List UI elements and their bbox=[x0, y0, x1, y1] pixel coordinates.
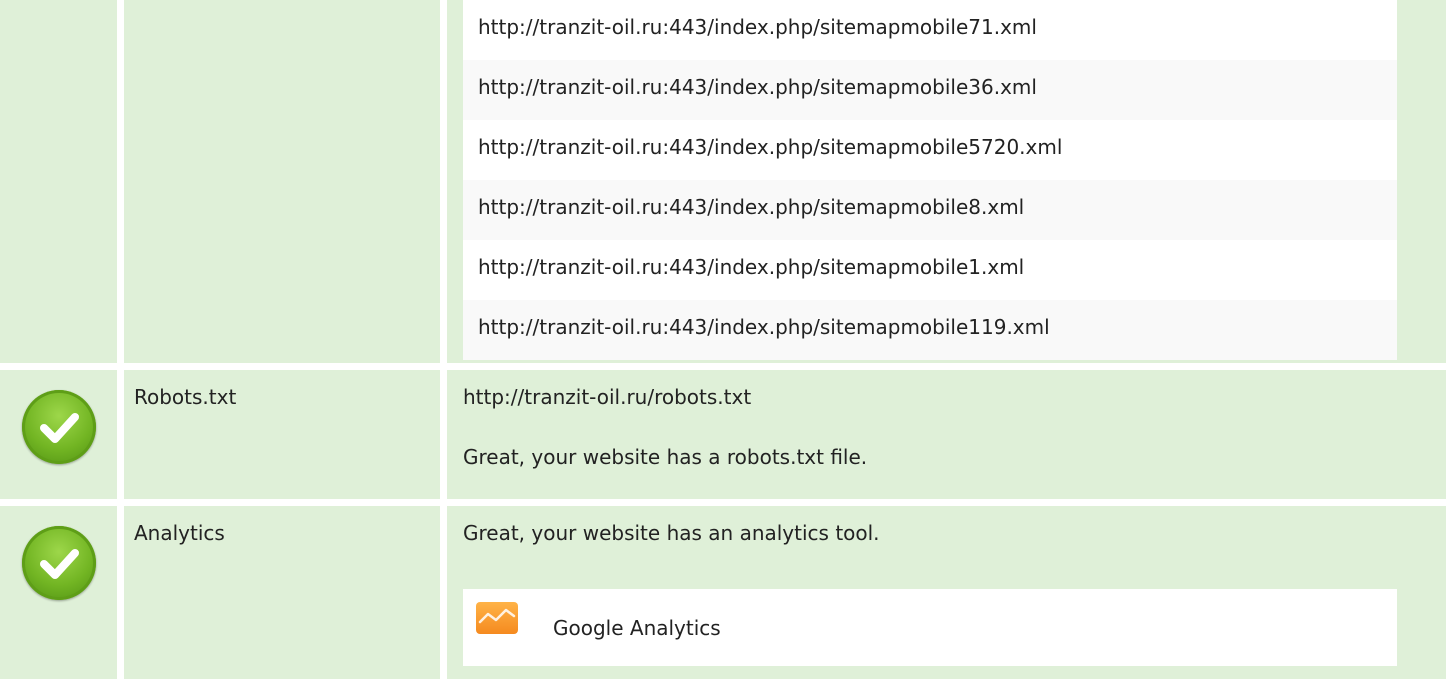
analytics-message: Great, your website has an analytics too… bbox=[463, 521, 880, 545]
analytics-tool-item: Google Analytics bbox=[463, 589, 1397, 666]
sitemaps-row: http://tranzit-oil.ru:443/index.php/site… bbox=[0, 0, 1446, 363]
robots-label: Robots.txt bbox=[134, 385, 237, 409]
check-icon bbox=[22, 526, 96, 600]
sitemaps-status-cell bbox=[0, 0, 117, 363]
robots-url: http://tranzit-oil.ru/robots.txt bbox=[463, 385, 752, 409]
robots-value-cell: http://tranzit-oil.ru/robots.txt Great, … bbox=[447, 370, 1446, 499]
analytics-label-cell: Analytics bbox=[124, 506, 440, 679]
analytics-value-cell: Great, your website has an analytics too… bbox=[447, 506, 1446, 679]
sitemap-url-list: http://tranzit-oil.ru:443/index.php/site… bbox=[463, 0, 1397, 360]
check-icon bbox=[22, 390, 96, 464]
seo-report: http://tranzit-oil.ru:443/index.php/site… bbox=[0, 0, 1446, 679]
analytics-label: Analytics bbox=[134, 521, 225, 545]
sitemap-url-item: http://tranzit-oil.ru:443/index.php/site… bbox=[463, 300, 1397, 360]
robots-row: Robots.txt http://tranzit-oil.ru/robots.… bbox=[0, 370, 1446, 499]
sitemap-url-item: http://tranzit-oil.ru:443/index.php/site… bbox=[463, 120, 1397, 180]
robots-status-cell bbox=[0, 370, 117, 499]
analytics-row: Analytics Great, your website has an ana… bbox=[0, 506, 1446, 679]
analytics-tool-name: Google Analytics bbox=[553, 616, 721, 640]
robots-message: Great, your website has a robots.txt fil… bbox=[463, 445, 868, 469]
google-analytics-icon bbox=[476, 602, 518, 634]
sitemap-url-item: http://tranzit-oil.ru:443/index.php/site… bbox=[463, 0, 1397, 60]
sitemap-url-item: http://tranzit-oil.ru:443/index.php/site… bbox=[463, 240, 1397, 300]
sitemap-url-item: http://tranzit-oil.ru:443/index.php/site… bbox=[463, 60, 1397, 120]
sitemap-url-item: http://tranzit-oil.ru:443/index.php/site… bbox=[463, 180, 1397, 240]
analytics-status-cell bbox=[0, 506, 117, 679]
sitemaps-label-cell bbox=[124, 0, 440, 363]
robots-label-cell: Robots.txt bbox=[124, 370, 440, 499]
sitemaps-value-cell: http://tranzit-oil.ru:443/index.php/site… bbox=[447, 0, 1446, 363]
